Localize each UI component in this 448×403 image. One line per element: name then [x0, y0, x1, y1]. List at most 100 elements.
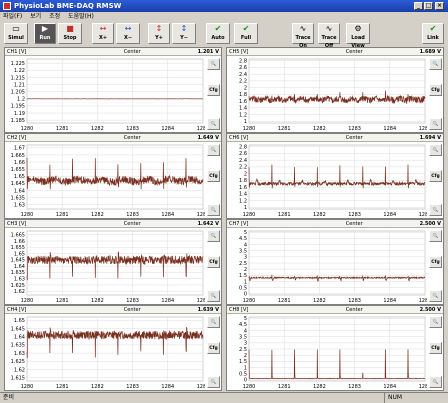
- y-tick-label: 1.635: [11, 270, 25, 276]
- zoom-out-icon[interactable]: 🔍: [207, 376, 220, 388]
- y-tick-label: 1.63: [14, 276, 25, 282]
- channel-side-controls: 🔍 Cfg 🔍: [428, 230, 444, 304]
- y-tick-label: 1: [244, 119, 247, 125]
- channel-plot[interactable]: 1.2251.221.2151.21 1.2051.21.1951.191.185…: [5, 48, 205, 133]
- auto-button[interactable]: ✔ Auto: [206, 23, 230, 44]
- x-zoom-out-icon: ↔: [124, 24, 132, 33]
- x-tick-label: 1281: [56, 212, 69, 218]
- channel-plot[interactable]: 54.543.532.521.510.501280 1281 1282 1283 128…: [227, 306, 427, 391]
- x-tick-label: 1281: [56, 384, 69, 390]
- cfg-button[interactable]: Cfg: [429, 342, 442, 354]
- menu-help[interactable]: 도움말(H): [68, 13, 94, 20]
- zoom-in-icon[interactable]: 🔍: [429, 316, 442, 328]
- trace-off-button[interactable]: ∿ Trace Off: [318, 23, 340, 49]
- zoom-in-icon[interactable]: 🔍: [429, 144, 442, 156]
- cfg-button[interactable]: Cfg: [207, 256, 220, 268]
- y-tick-label: 0.5: [239, 285, 247, 291]
- zoom-out-icon[interactable]: 🔍: [207, 118, 220, 130]
- zoom-out-icon[interactable]: 🔍: [429, 290, 442, 302]
- zoom-out-icon[interactable]: 🔍: [429, 376, 442, 388]
- cfg-button[interactable]: Cfg: [429, 84, 442, 96]
- zoom-out-icon[interactable]: 🔍: [429, 118, 442, 130]
- x-tick-label: 1285: [419, 212, 427, 218]
- x-zoom-out-button[interactable]: ↔ X−: [116, 23, 140, 44]
- channel-plot[interactable]: 1.671.6651.661.6551.651.6451.641.635 1.63…: [5, 134, 205, 219]
- channel-panel: CH4 [V] Center 1.639 V 🔍 Cfg 🔍 1.65 1.645 1.64 1.…: [4, 305, 222, 391]
- minimize-button[interactable]: _: [414, 2, 423, 10]
- channel-plot[interactable]: 2.82.62.42.221.81.61.41.211280 1281 1282 12…: [227, 48, 427, 133]
- stop-button[interactable]: ■ Stop: [58, 23, 82, 44]
- y-tick-label: 2.2: [239, 165, 247, 171]
- y-tick-label: 1.6: [239, 99, 247, 105]
- load-view-button[interactable]: ⚙ Load View: [346, 23, 370, 49]
- zoom-in-icon[interactable]: 🔍: [429, 58, 442, 70]
- plot-area: [248, 144, 426, 210]
- y-tick-label: 4: [244, 242, 247, 248]
- zoom-in-icon[interactable]: 🔍: [207, 230, 220, 242]
- window-title: PhysioLab BME-DAQ RMSW: [14, 2, 122, 10]
- x-tick-label: 1283: [348, 384, 361, 390]
- simul-icon: ▭: [12, 24, 20, 33]
- y-tick-label: 2.5: [239, 261, 247, 267]
- full-button[interactable]: ✔ Full: [234, 23, 258, 44]
- zoom-in-icon[interactable]: 🔍: [429, 230, 442, 242]
- cfg-button[interactable]: Cfg: [207, 84, 220, 96]
- y-tick-label: 2.4: [239, 158, 247, 164]
- y-tick-label: 2: [244, 85, 247, 91]
- x-tick-label: 1282: [313, 212, 326, 218]
- y-tick-label: 1.2: [239, 112, 247, 118]
- channel-plot[interactable]: 1.65 1.645 1.64 1.635 1.63 1.625 1.62 1.615 1280…: [5, 306, 205, 391]
- zoom-in-icon[interactable]: 🔍: [207, 58, 220, 70]
- y-tick-label: 1.64: [14, 264, 25, 270]
- cfg-button[interactable]: Cfg: [429, 170, 442, 182]
- toolbar: ▭ Simul ▶ Run ■ Stop ↔ X+ ↔ X− ↕ Y+ ↕ Y− ✔ Auto …: [0, 22, 448, 49]
- simul-button[interactable]: ▭ Simul: [4, 23, 28, 44]
- y-tick-label: 3.5: [239, 334, 247, 340]
- link-button[interactable]: ✔ Link: [422, 23, 444, 44]
- cfg-button[interactable]: Cfg: [207, 342, 220, 354]
- y-zoom-out-button[interactable]: ↕ Y−: [172, 23, 196, 44]
- y-tick-label: 2: [244, 267, 247, 273]
- plot-area: [26, 316, 204, 382]
- maximize-button[interactable]: □: [424, 2, 433, 10]
- x-tick-label: 1280: [21, 298, 34, 304]
- y-zoom-in-button[interactable]: ↕ Y+: [148, 23, 170, 44]
- y-tick-label: 1.645: [11, 258, 25, 264]
- y-tick-label: 1.66: [14, 239, 25, 245]
- zoom-in-icon[interactable]: 🔍: [207, 144, 220, 156]
- y-tick-label: 1.19: [14, 111, 25, 117]
- y-tick-label: 2: [244, 353, 247, 359]
- menu-view[interactable]: 보기: [30, 13, 41, 20]
- menu-file[interactable]: 파일(F): [3, 13, 22, 20]
- zoom-out-icon[interactable]: 🔍: [207, 204, 220, 216]
- menu-adjust[interactable]: 조정: [49, 13, 60, 20]
- cfg-button[interactable]: Cfg: [429, 256, 442, 268]
- y-tick-label: 1.5: [239, 273, 247, 279]
- x-tick-label: 1281: [278, 384, 291, 390]
- cfg-button[interactable]: Cfg: [207, 170, 220, 182]
- x-tick-label: 1285: [419, 298, 427, 304]
- x-tick-label: 1280: [243, 212, 256, 218]
- run-button[interactable]: ▶ Run: [34, 23, 56, 44]
- channel-plot[interactable]: 1.6651.661.6551.651.6451.641.6351.631.62…: [5, 220, 205, 305]
- channel-side-controls: 🔍 Cfg 🔍: [428, 316, 444, 390]
- y-tick-label: 1.215: [11, 75, 25, 81]
- channel-panel: CH2 [V] Center 1.649 V 🔍 Cfg 🔍 1.67 1.665 1.66 1.…: [4, 133, 222, 219]
- check-icon: ✔: [242, 24, 250, 33]
- channel-plot[interactable]: 2.82.62.42.221.81.61.41.211280 1281 1282 12…: [227, 134, 427, 219]
- x-zoom-in-button[interactable]: ↔ X+: [92, 23, 114, 44]
- y-tick-label: 0: [244, 292, 247, 298]
- channel-side-controls: 🔍 Cfg 🔍: [206, 144, 222, 218]
- zoom-out-icon[interactable]: 🔍: [429, 204, 442, 216]
- y-tick-label: 0: [244, 378, 247, 384]
- channel-plot[interactable]: 54.543.532.521.510.501280 1281 1282 1283 128…: [227, 220, 427, 305]
- x-tick-label: 1284: [383, 126, 396, 132]
- zoom-in-icon[interactable]: 🔍: [207, 316, 220, 328]
- close-button[interactable]: ×: [435, 2, 444, 10]
- trace-on-button[interactable]: ∿ Trace On: [292, 23, 314, 49]
- x-tick-label: 1284: [161, 298, 174, 304]
- x-tick-label: 1284: [383, 298, 396, 304]
- y-tick-label: 1.6: [239, 185, 247, 191]
- x-tick-label: 1281: [56, 298, 69, 304]
- zoom-out-icon[interactable]: 🔍: [207, 290, 220, 302]
